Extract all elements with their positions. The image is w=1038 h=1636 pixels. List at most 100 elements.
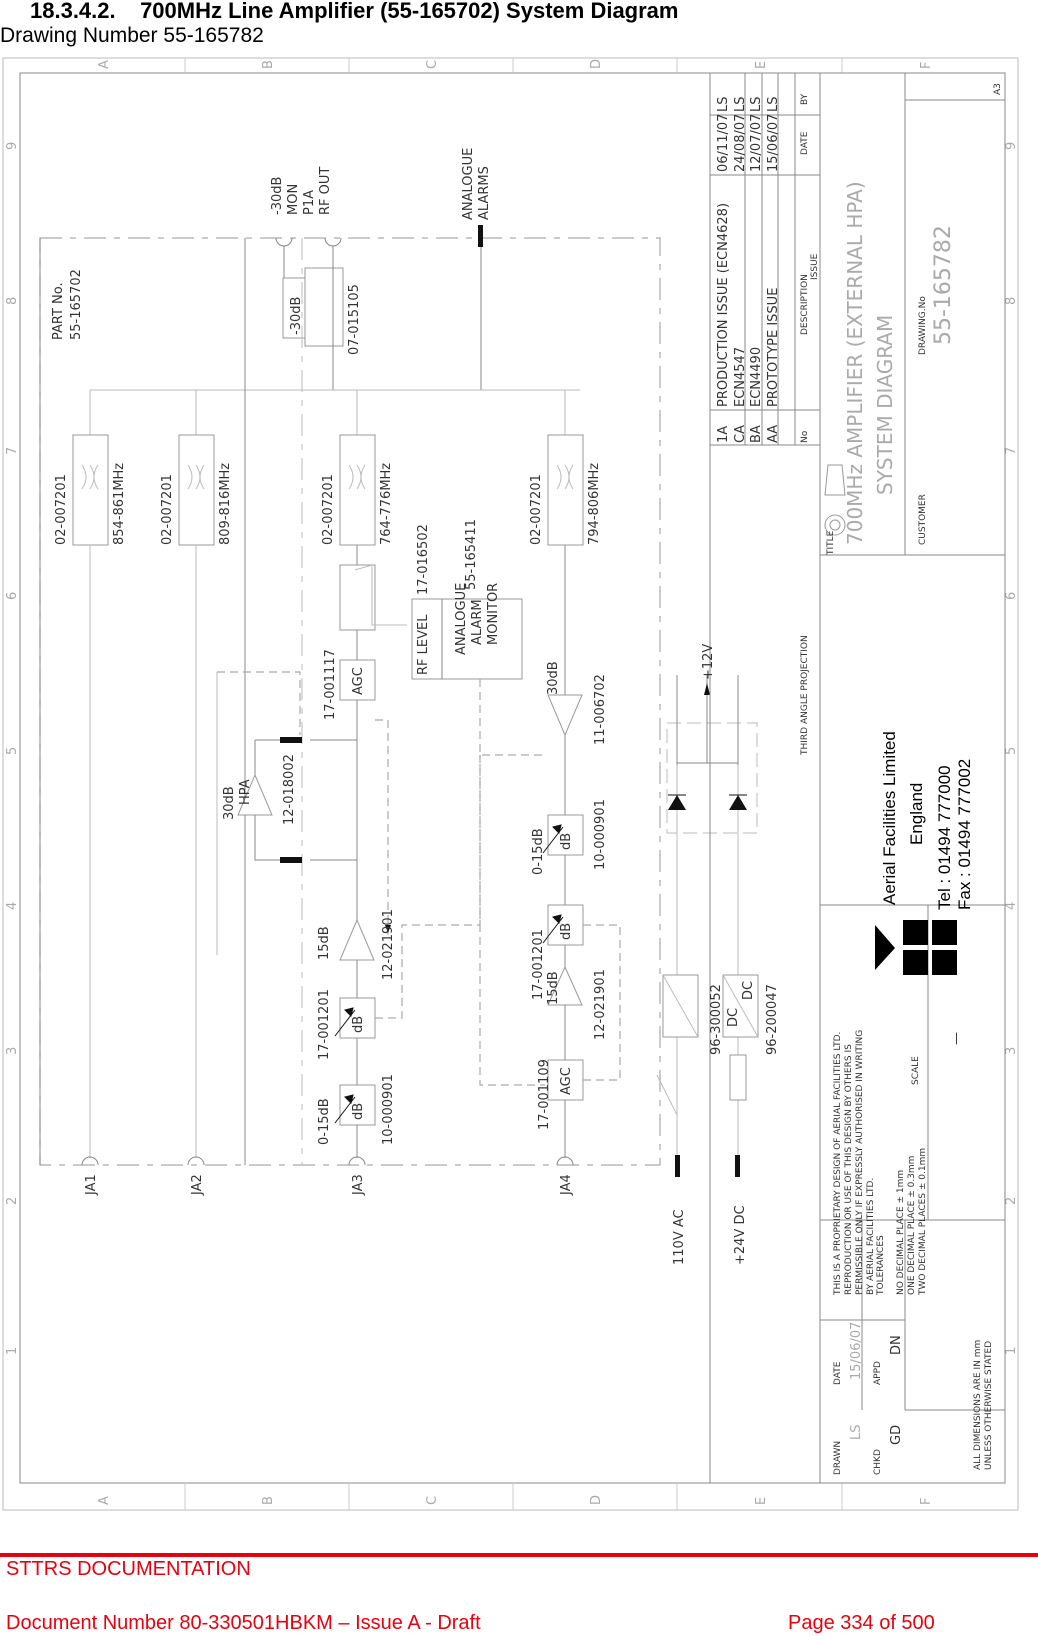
row-label-2: 2 [1004,1197,1019,1205]
row-label-8: 8 [1004,297,1019,305]
alarm-monitor-label: MONITOR [486,583,501,645]
column-label-F: F [919,1498,934,1505]
tolerance-line: ONE DECIMAL PLACE ± 0.3mm [907,1156,917,1295]
revision-date: 15/06/07 [766,114,781,172]
bandpass-filter[interactable] [72,434,109,546]
rf-level-coupler [339,564,376,631]
row-label-5: 5 [1004,747,1019,755]
scale-value: — [949,1032,964,1045]
chain-b-att1-part-number: 10-000901 [593,799,608,870]
filter-band: 854-861MHz [112,463,127,545]
bandpass-filter[interactable] [547,434,584,546]
alarm-monitor-label: ANALOGUE [454,583,469,655]
ac-input-label: 110V AC [672,1209,687,1265]
rf-out-connector-label: P1A [302,190,317,215]
filter-band: 794-806MHz [587,463,602,545]
ac-input-connector [675,1155,680,1177]
chain-b-att1-range: 0-15dB [531,828,546,875]
revision-no: CA [733,425,748,443]
company-fax: Fax : 01494 777002 [955,759,974,910]
port-connector[interactable] [556,1156,574,1166]
diode-or-block [666,722,758,834]
drawing-no-label: DRAWING.No [918,296,928,355]
revision-by: LS [733,97,748,113]
column-label-E: E [754,1497,769,1505]
title-label: TITLE [826,530,836,556]
row-label-4: 4 [5,902,20,910]
dc-dc-label-out: DC [741,981,756,1000]
chain-a-att2-part-number: 17-001201 [317,989,332,1060]
sheet-size: A3 [993,83,1003,95]
port-connector[interactable] [81,1156,99,1166]
alarm-monitor-part-number: 55-165411 [464,519,479,590]
row-label-9: 9 [1004,142,1019,150]
rf-out-connector-label: -30dB [270,177,285,215]
chain-a-att1-part-number: 10-000901 [381,1074,396,1145]
drawing-no-value: 55-165782 [931,225,956,345]
hpa-in-connector [280,857,302,863]
scale-label: SCALE [911,1056,921,1085]
revision-description: ECN4490 [749,347,764,407]
section-title: 18.3.4.2. 700MHz Line Amplifier (55-1657… [30,0,679,23]
rf-out-connector-label: MON [286,184,301,215]
port-connector[interactable] [187,1156,205,1166]
chain-a-amplifier [339,918,375,961]
row-label-6: 6 [5,592,20,600]
mon-connector [275,237,293,247]
filter-part-number: 02-007201 [529,474,544,545]
proprietary-notice: THIS IS A PROPRIETARY DESIGN OF AERIAL F… [833,1032,843,1296]
revision-no: 1A [716,426,731,443]
customer-label: CUSTOMER [918,494,928,545]
revision-no: AA [766,425,781,443]
revision-by: LS [766,97,781,113]
chkd-label: CHKD [873,1449,883,1475]
port-connector[interactable] [348,1156,366,1166]
coupler-part-number: 07-015105 [347,284,362,355]
dimensions-note: UNLESS OTHERWISE STATED [984,1341,994,1470]
projection-label: THIRD ANGLE PROJECTION [800,635,810,756]
filter-band: 809-816MHz [218,463,233,545]
row-label-9: 9 [5,142,20,150]
company-country: England [907,783,926,845]
column-label-C: C [425,60,440,69]
bandpass-filter[interactable] [339,434,376,546]
amp-30db-gain: 30dB [546,661,561,695]
proprietary-notice: PERMISSIBLE ONLY IF EXPRESSLY AUTHORISED… [855,1030,865,1295]
chain-b-agc-part-number: 17-001109 [537,1059,552,1130]
system-diagram: ABCDEF ABCDEF 987654321 987654321 PART N… [2,57,1019,1511]
proprietary-notice: BY AERIAL FACILITIES LTD. [866,1178,876,1295]
ac-switch[interactable] [656,1074,678,1116]
column-label-F: F [919,62,934,69]
filter-band: 764-776MHz [379,463,394,545]
rf-out-connector-label: RF OUT [318,167,333,215]
row-label-1: 1 [1004,1347,1019,1355]
tolerance-line: TWO DECIMAL PLACES ± 0.1mm [918,1148,928,1296]
date-label: DATE [833,1361,843,1385]
analogue-alarms-label: ANALOGUE [461,148,476,220]
rf-level-part-number: 17-016502 [416,524,431,595]
company-tel: Tel : 01494 777000 [935,765,954,910]
chain-b-agc-label: AGC [559,1067,574,1095]
row-label-4: 4 [1004,902,1019,910]
revision-date: 24/08/07 [733,114,748,172]
diode-1 [668,795,686,810]
amp-30db [547,694,583,737]
chain-a-att1-range: 0-15dB [317,1098,332,1145]
dc-input-label: +24V DC [733,1205,748,1265]
drawn-label: DRAWN [833,1441,843,1475]
row-label-5: 5 [5,747,20,755]
drawing-number-line: Drawing Number 55-165782 [0,24,264,47]
revision-no: BA [749,425,764,443]
tolerance-line: NO DECIMAL PLACE ± 1mm [896,1170,906,1295]
rf-out-connector [324,237,342,247]
revision-by: LS [749,97,764,113]
column-label-D: D [589,59,604,69]
column-labels-bottom: A B C D E F [97,1495,934,1505]
bandpass-filter[interactable] [178,434,215,546]
column-label-A: A [97,60,112,69]
column-label-A: A [97,1496,112,1505]
row-labels-left: 9 8 7 6 5 4 3 2 1 [5,142,20,1355]
appd-label: APPD [873,1361,883,1385]
chain-a-amp-gain: 15dB [317,926,332,960]
part-no-label: PART No. [51,282,66,340]
